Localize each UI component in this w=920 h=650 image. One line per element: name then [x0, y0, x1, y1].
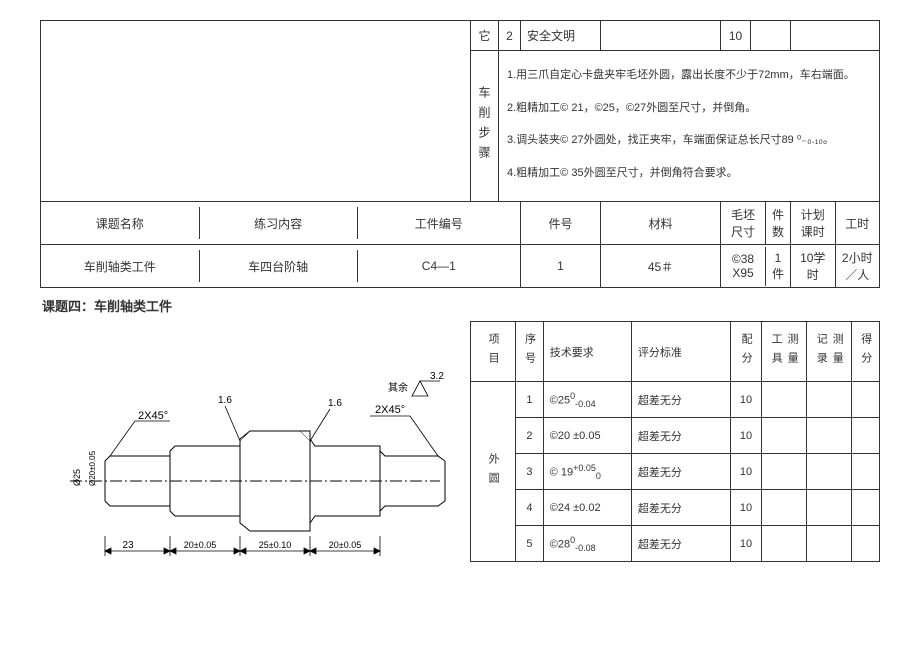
v-material: 45＃ [601, 245, 721, 288]
section-title: 课题四：车削轴类工件 [42, 296, 880, 315]
r5-seq: 5 [516, 526, 544, 562]
r2-seq: 2 [516, 418, 544, 454]
r3-tech: © 19+0.050 [543, 454, 631, 490]
r1-got [852, 382, 880, 418]
fillet2-label: 1.6 [328, 398, 342, 409]
v-plan: 10学时 [791, 245, 835, 287]
r2-score: 10 [731, 418, 762, 454]
steps-label: 车削步骤 [471, 51, 499, 202]
chamfer-right-label: 2X45° [375, 404, 405, 416]
r1-score: 10 [731, 382, 762, 418]
ra-value: 3.2 [430, 371, 444, 382]
dia-left: Ø25 [72, 469, 82, 486]
r1-tech: ©250-0.04 [543, 382, 631, 418]
hdr-got: 得分 [852, 322, 880, 382]
steps-cell: 1.用三爪自定心卡盘夹牢毛坯外圆，露出长度不少于72mm，车右端面。 2.粗精加… [499, 51, 880, 202]
h-partno: 工件编号 [357, 207, 520, 239]
col-seq: 2 [499, 21, 521, 51]
h-qty: 件数 [765, 202, 790, 244]
r2-std: 超差无分 [631, 418, 730, 454]
r5-tech: ©280-0.08 [543, 526, 631, 562]
r5-std: 超差无分 [631, 526, 730, 562]
h-material: 材料 [601, 202, 721, 245]
technical-drawing: 2X45° 2X45° 1.6 1.6 3.2 其余 23 20±0.05 25… [40, 321, 470, 562]
h-item: 件号 [521, 202, 601, 245]
dia-l2: Ø20±0.05 [88, 451, 97, 487]
r3-std: 超差无分 [631, 454, 730, 490]
hdr-tool: 测量工具 [761, 322, 806, 382]
r5-score: 10 [731, 526, 762, 562]
chamfer-left-label: 2X45° [138, 410, 168, 422]
dim-b4: 20±0.05 [329, 540, 361, 550]
r1-std: 超差无分 [631, 382, 730, 418]
ra-label: 其余 [388, 381, 408, 394]
group-outer-circle: 外圆 [471, 382, 516, 562]
v-partno: C4—1 [357, 250, 520, 282]
v-work: 2小时／人 [835, 245, 879, 287]
col-score: 10 [721, 21, 751, 51]
requirements-table: 项目 序号 技术要求 评分标准 配分 测量工具 测量记录 得分 外圆 1 ©25… [470, 321, 880, 562]
v-topic: 车削轴类工件 [41, 250, 199, 282]
hdr-score: 配分 [731, 322, 762, 382]
hdr-proj: 项目 [471, 322, 516, 382]
step-4: 4.粗精加工© 35外圆至尺寸，并倒角符合要求。 [507, 159, 871, 188]
v-practice: 车四台阶轴 [199, 250, 357, 282]
h-practice: 练习内容 [199, 207, 357, 239]
step-2: 2.粗精加工© 21，©25，©27外圆至尺寸，并倒角。 [507, 94, 871, 123]
req-row-4: 4 ©24 ±0.02 超差无分 10 [471, 490, 880, 526]
v-blank: ©38 X95 [721, 247, 766, 286]
col-ta: 它 [471, 21, 499, 51]
r4-seq: 4 [516, 490, 544, 526]
r1-rec [807, 382, 852, 418]
top-blank-cell [41, 21, 471, 202]
req-row-1: 外圆 1 ©250-0.04 超差无分 10 [471, 382, 880, 418]
h-topic: 课题名称 [41, 207, 199, 239]
hdr-seq: 序号 [516, 322, 544, 382]
r2-tech: ©20 ±0.05 [543, 418, 631, 454]
hdr-std: 评分标准 [631, 322, 730, 382]
fillet1-label: 1.6 [218, 395, 232, 406]
hdr-rec: 测量记录 [807, 322, 852, 382]
h-work: 工时 [835, 202, 879, 244]
req-row-3: 3 © 19+0.050 超差无分 10 [471, 454, 880, 490]
r4-tech: ©24 ±0.02 [543, 490, 631, 526]
dim-b2: 20±0.05 [184, 540, 216, 550]
col-std [601, 21, 721, 51]
dim-b1: 23 [122, 540, 134, 551]
col-req: 安全文明 [521, 21, 601, 51]
h-blank: 毛坯尺寸 [721, 202, 765, 244]
step-1: 1.用三爪自定心卡盘夹牢毛坯外圆，露出长度不少于72mm，车右端面。 [507, 61, 871, 90]
v-item: 1 [521, 245, 601, 288]
r1-tool [761, 382, 806, 418]
col-tool [751, 21, 791, 51]
h-plan: 计划课时 [791, 202, 835, 244]
v-qty: 1件 [766, 247, 791, 286]
hdr-tech: 技术要求 [543, 322, 631, 382]
r4-score: 10 [731, 490, 762, 526]
top-table: 它 2 安全文明 10 车削步骤 1.用三爪自定心卡盘夹牢毛坯外圆，露出长度不少… [40, 20, 880, 288]
req-row-5: 5 ©280-0.08 超差无分 10 [471, 526, 880, 562]
col-rec [791, 21, 880, 51]
r3-score: 10 [731, 454, 762, 490]
step-3: 3.调头装夹© 27外圆处，找正夹牢，车端面保证总长尺寸89 ⁰₋₀.₁₀。 [507, 126, 871, 155]
dim-b3: 25±0.10 [259, 540, 291, 550]
r4-std: 超差无分 [631, 490, 730, 526]
r1-seq: 1 [516, 382, 544, 418]
r3-seq: 3 [516, 454, 544, 490]
req-row-2: 2 ©20 ±0.05 超差无分 10 [471, 418, 880, 454]
